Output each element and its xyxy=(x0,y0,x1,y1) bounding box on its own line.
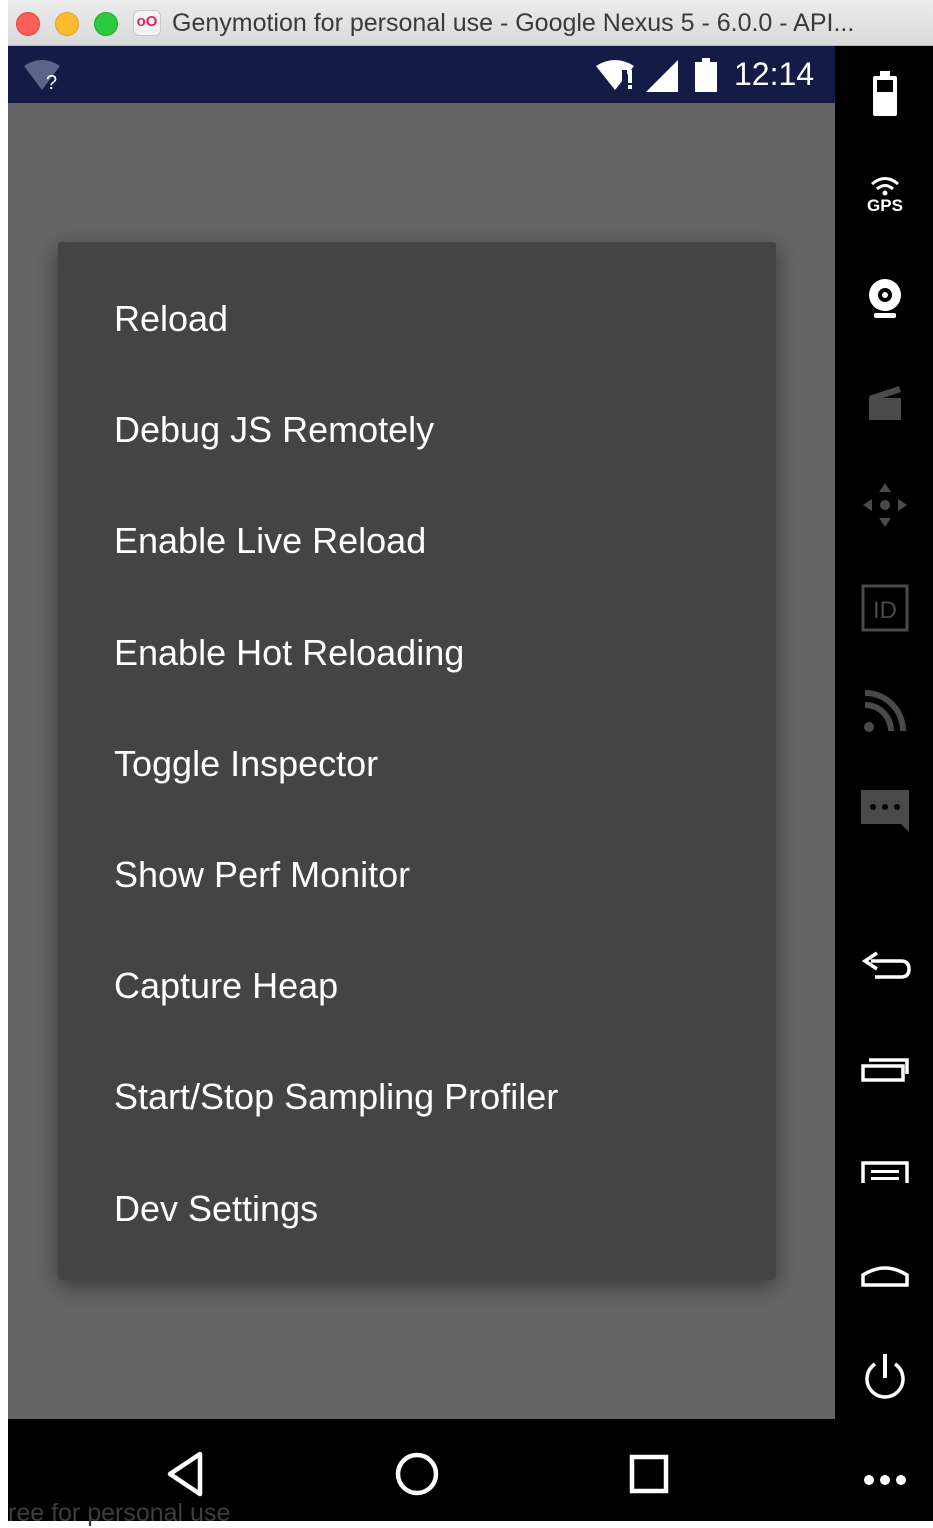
wifi-unknown-icon: ? xyxy=(24,60,60,92)
sms-icon[interactable] xyxy=(857,784,913,840)
gps-label: GPS xyxy=(867,196,903,215)
android-nav-bar: ree for personal use xyxy=(8,1419,835,1527)
gps-icon[interactable]: GPS xyxy=(857,167,913,223)
status-clock: 12:14 xyxy=(734,56,815,92)
back-icon[interactable] xyxy=(156,1446,216,1502)
window-title-bar: oO Genymotion for personal use - Google … xyxy=(8,0,933,46)
network-icon[interactable] xyxy=(857,683,913,739)
battery-icon xyxy=(695,58,717,92)
home-icon[interactable] xyxy=(857,1247,913,1303)
menu-item-label: Enable Live Reload xyxy=(114,519,427,561)
device-id-icon[interactable]: ID xyxy=(857,580,913,636)
capture-icon[interactable] xyxy=(857,374,913,430)
menu-item-dev-settings[interactable]: Dev Settings xyxy=(58,1153,776,1264)
back-icon[interactable] xyxy=(857,939,913,995)
menu-item-toggle-inspector[interactable]: Toggle Inspector xyxy=(58,708,776,819)
device-id-label: ID xyxy=(873,597,897,624)
menu-item-label: Start/Stop Sampling Profiler xyxy=(114,1075,559,1117)
menu-item-capture-heap[interactable]: Capture Heap xyxy=(58,930,776,1041)
power-icon[interactable] xyxy=(857,1350,913,1406)
battery-widget-icon[interactable] xyxy=(857,65,913,121)
menu-item-sampling-profiler[interactable]: Start/Stop Sampling Profiler xyxy=(58,1041,776,1152)
menu-item-debug-js-remotely[interactable]: Debug JS Remotely xyxy=(58,374,776,485)
app-screen-dimmed-background: Reload Debug JS Remotely Enable Live Rel… xyxy=(8,103,835,1419)
signal-icon xyxy=(646,60,678,92)
webcam-icon[interactable] xyxy=(857,271,913,327)
menu-icon[interactable] xyxy=(857,1145,913,1201)
personal-use-watermark: ree for personal use xyxy=(8,1499,231,1527)
window-close-button[interactable] xyxy=(16,12,40,36)
home-icon[interactable] xyxy=(387,1446,447,1502)
menu-item-enable-hot-reloading[interactable]: Enable Hot Reloading xyxy=(58,597,776,708)
menu-item-label: Show Perf Monitor xyxy=(114,853,411,895)
window-zoom-button[interactable] xyxy=(94,12,118,36)
genymotion-toolbar: GPS ID xyxy=(835,46,933,1521)
window-minimize-button[interactable] xyxy=(55,12,79,36)
dev-menu-dialog: Reload Debug JS Remotely Enable Live Rel… xyxy=(58,242,776,1280)
window-title: Genymotion for personal use - Google Nex… xyxy=(172,9,855,37)
genymotion-app-icon: oO xyxy=(133,10,161,36)
menu-item-label: Dev Settings xyxy=(114,1187,319,1229)
menu-item-label: Capture Heap xyxy=(114,964,339,1006)
menu-item-show-perf-monitor[interactable]: Show Perf Monitor xyxy=(58,819,776,930)
recents-icon[interactable] xyxy=(619,1446,679,1502)
menu-item-enable-live-reload[interactable]: Enable Live Reload xyxy=(58,485,776,596)
menu-item-label: Reload xyxy=(114,297,229,339)
menu-item-label: Toggle Inspector xyxy=(114,742,379,784)
dpad-icon[interactable] xyxy=(857,477,913,533)
menu-item-label: Enable Hot Reloading xyxy=(114,631,465,673)
menu-item-label: Debug JS Remotely xyxy=(114,408,435,450)
more-icon[interactable] xyxy=(857,1452,913,1508)
recent-apps-icon[interactable] xyxy=(857,1042,913,1098)
menu-item-reload[interactable]: Reload xyxy=(58,263,776,374)
svg-text:?: ? xyxy=(46,72,57,92)
wifi-alert-icon xyxy=(596,60,634,90)
android-status-bar: ? 12:14 xyxy=(8,46,835,103)
